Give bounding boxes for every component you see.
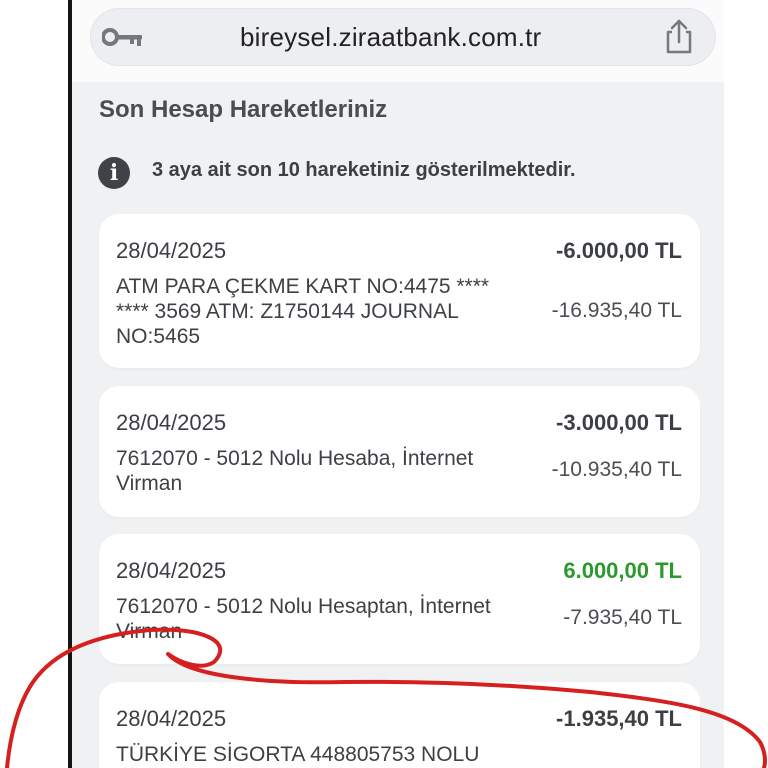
transaction-amount: 6.000,00 TL (563, 558, 682, 583)
transaction-description: 7612070 - 5012 Nolu Hesaptan, İnternet V… (116, 595, 491, 643)
info-icon: i (98, 157, 130, 189)
transaction-description: TÜRKİYE SİGORTA 448805753 NOLU (116, 743, 480, 766)
transaction-card[interactable]: 28/04/2025 -3.000,00 TL 7612070 - 5012 N… (99, 386, 700, 517)
address-area: bireysel.ziraatbank.com.tr (72, 0, 724, 82)
transaction-card[interactable]: 28/04/2025 6.000,00 TL 7612070 - 5012 No… (99, 534, 700, 664)
address-bar[interactable]: bireysel.ziraatbank.com.tr (90, 8, 716, 66)
transaction-description: 7612070 - 5012 Nolu Hesaba, İnternet Vir… (116, 447, 474, 495)
transaction-card[interactable]: 28/04/2025 -1.935,40 TL TÜRKİYE SİGORTA … (99, 682, 700, 768)
transaction-description: ATM PARA ÇEKME KART NO:4475 **** **** 35… (116, 275, 490, 348)
transaction-amount: -3.000,00 TL (556, 410, 682, 435)
key-icon (102, 28, 142, 46)
info-text: 3 aya ait son 10 hareketiniz gösterilmek… (152, 159, 576, 181)
transaction-balance: -7.935,40 TL (563, 606, 682, 629)
transaction-balance: -10.935,40 TL (551, 458, 682, 481)
transaction-balance: -16.935,40 TL (551, 299, 682, 322)
transaction-amount: -6.000,00 TL (556, 238, 682, 263)
transaction-date: 28/04/2025 (116, 558, 227, 583)
transaction-date: 28/04/2025 (116, 238, 227, 263)
url-text[interactable]: bireysel.ziraatbank.com.tr (240, 22, 541, 53)
transaction-date: 28/04/2025 (116, 410, 227, 435)
section-title: Son Hesap Hareketleriniz (99, 96, 388, 123)
transaction-amount: -1.935,40 TL (556, 706, 682, 731)
transaction-date: 28/04/2025 (116, 706, 227, 731)
transaction-card[interactable]: 28/04/2025 -6.000,00 TL ATM PARA ÇEKME K… (99, 214, 700, 368)
browser-screen: bireysel.ziraatbank.com.tr Son Hesap Har… (72, 0, 724, 768)
share-icon[interactable] (662, 18, 696, 54)
